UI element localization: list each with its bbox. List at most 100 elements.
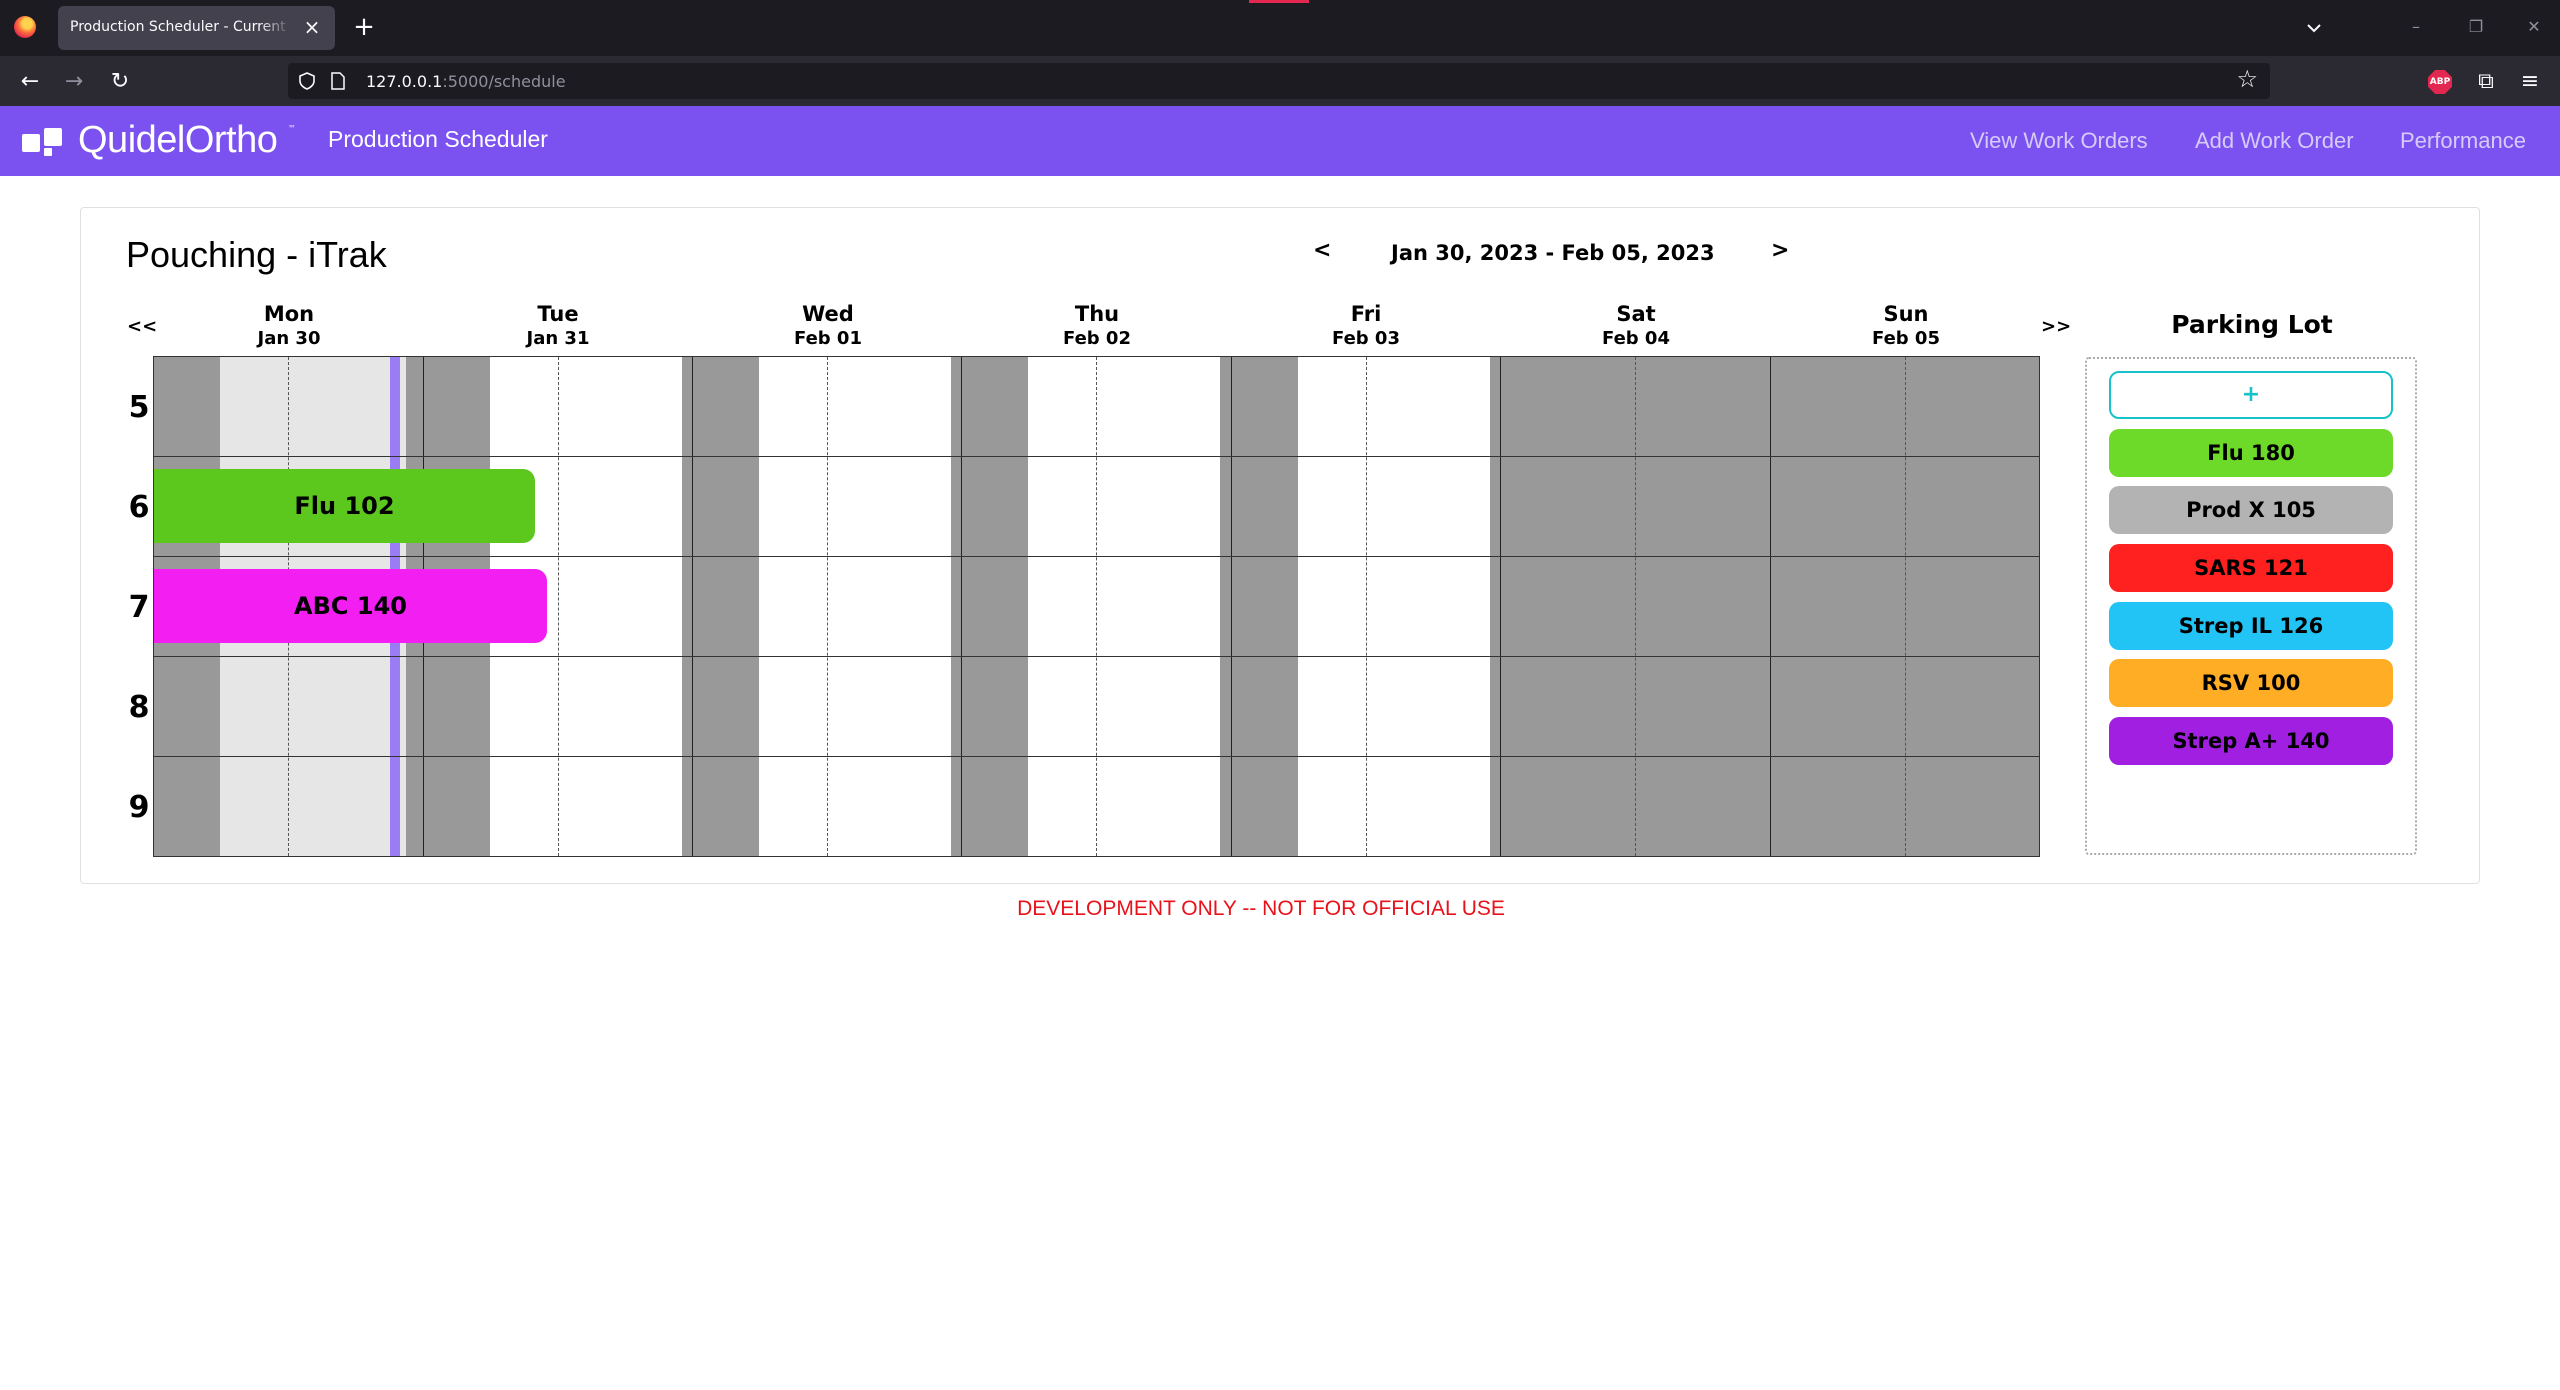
adblock-plus-icon[interactable]: ABP — [2428, 70, 2452, 94]
extensions-icon[interactable]: ⧉ — [2470, 66, 2502, 98]
day-column-fri[interactable] — [1232, 357, 1502, 856]
row-label-8: 8 — [128, 690, 150, 725]
day-date: Feb 03 — [1332, 328, 1400, 349]
page-icon — [330, 72, 346, 90]
day-header-thu: Thu Feb 02 — [962, 301, 1232, 351]
parking-lot-item[interactable]: Prod X 105 — [2109, 486, 2393, 534]
bookmark-star-icon[interactable]: ☆ — [2236, 65, 2258, 93]
day-header-fri: Fri Feb 03 — [1231, 301, 1501, 351]
day-divider — [961, 357, 962, 856]
day-header-sun: Sun Feb 05 — [1771, 301, 2041, 351]
shift-divider — [1635, 357, 1636, 856]
reload-icon[interactable]: ↻ — [104, 66, 136, 98]
day-header-tue: Tue Jan 31 — [423, 301, 693, 351]
day-header-wed: Wed Feb 01 — [693, 301, 963, 351]
day-divider — [1231, 357, 1232, 856]
url-path: :5000/schedule — [442, 72, 566, 91]
row-divider — [154, 656, 2039, 657]
next-week-button[interactable]: > — [1771, 238, 1789, 263]
row-divider — [154, 756, 2039, 757]
nav-link-performance[interactable]: Performance — [2400, 128, 2526, 154]
day-divider — [1500, 357, 1501, 856]
add-parking-item-button[interactable]: + — [2109, 371, 2393, 419]
parking-lot-item[interactable]: Flu 180 — [2109, 429, 2393, 477]
day-divider — [1770, 357, 1771, 856]
day-divider — [692, 357, 693, 856]
address-bar[interactable]: 127.0.0.1:5000/schedule ☆ — [288, 63, 2270, 99]
row-label-9: 9 — [128, 790, 150, 825]
day-column-thu[interactable] — [962, 357, 1232, 856]
jump-back-button[interactable]: << — [127, 316, 157, 337]
dev-warning-banner: DEVELOPMENT ONLY -- NOT FOR OFFICIAL USE — [1017, 897, 1505, 920]
parking-lot-item[interactable]: Strep A+ 140 — [2109, 717, 2393, 765]
day-name: Wed — [802, 302, 854, 326]
nav-link-add-work-order[interactable]: Add Work Order — [2195, 128, 2354, 154]
day-column-sun[interactable] — [1771, 357, 2041, 856]
quidelortho-logo-icon — [22, 126, 66, 156]
row-label-7: 7 — [128, 590, 150, 625]
shift-divider — [827, 357, 828, 856]
day-column-sat[interactable] — [1501, 357, 1771, 856]
parking-lot-item[interactable]: Strep IL 126 — [2109, 602, 2393, 650]
schedule-grid[interactable]: Flu 102 ABC 140 — [153, 356, 2040, 857]
close-window-icon[interactable]: ✕ — [2514, 10, 2554, 44]
chevron-down-icon[interactable] — [2300, 14, 2328, 42]
row-label-5: 5 — [128, 390, 150, 425]
tab-close-icon[interactable]: × — [299, 14, 325, 40]
shift-block[interactable] — [1028, 357, 1220, 856]
day-date: Jan 31 — [526, 328, 590, 349]
menu-icon[interactable]: ≡ — [2514, 66, 2546, 98]
row-label-6: 6 — [128, 490, 150, 525]
shield-icon[interactable] — [298, 72, 316, 90]
trademark: ™ — [288, 124, 296, 133]
page-title: Pouching - iTrak — [126, 234, 387, 275]
url-host: 127.0.0.1 — [366, 72, 443, 91]
new-tab-icon[interactable]: + — [348, 12, 380, 44]
row-divider — [154, 456, 2039, 457]
sharing-indicator — [1249, 0, 1309, 3]
day-name: Sun — [1883, 302, 1929, 326]
app-header: QuidelOrtho ™ Production Scheduler View … — [0, 106, 2560, 176]
week-range: Jan 30, 2023 - Feb 05, 2023 — [1391, 241, 1715, 265]
day-column-wed[interactable] — [693, 357, 963, 856]
day-name: Sat — [1616, 302, 1656, 326]
parking-lot-item[interactable]: SARS 121 — [2109, 544, 2393, 592]
minimize-icon[interactable]: – — [2396, 10, 2436, 44]
browser-tab[interactable]: Production Scheduler - Current Schedule … — [58, 6, 335, 50]
url-text[interactable]: 127.0.0.1:5000/schedule — [366, 72, 566, 91]
day-name: Fri — [1350, 302, 1382, 326]
day-date: Feb 04 — [1602, 328, 1670, 349]
day-header-mon: Mon Jan 30 — [154, 301, 424, 351]
brand-name[interactable]: QuidelOrtho — [78, 119, 278, 162]
shift-divider — [1366, 357, 1367, 856]
work-order-block[interactable]: Flu 102 — [154, 469, 535, 543]
back-icon[interactable]: ← — [14, 66, 46, 98]
day-date: Jan 30 — [257, 328, 321, 349]
shift-divider — [558, 357, 559, 856]
restore-icon[interactable]: ❐ — [2456, 10, 2496, 44]
app-title[interactable]: Production Scheduler — [328, 126, 548, 153]
parking-lot-title: Parking Lot — [2171, 310, 2333, 339]
day-name: Thu — [1074, 302, 1120, 326]
day-name: Tue — [537, 302, 579, 326]
forward-icon[interactable]: → — [58, 66, 90, 98]
parking-lot-item[interactable]: RSV 100 — [2109, 659, 2393, 707]
jump-forward-button[interactable]: >> — [2041, 316, 2071, 337]
day-header-sat: Sat Feb 04 — [1501, 301, 1771, 351]
firefox-logo-icon — [14, 16, 36, 38]
day-date: Feb 01 — [794, 328, 862, 349]
shift-divider — [1905, 357, 1906, 856]
browser-nav-bar: ← → ↻ 127.0.0.1:5000/schedule ☆ ABP ⧉ ≡ — [0, 56, 2560, 106]
day-date: Feb 02 — [1063, 328, 1131, 349]
tab-title: Production Scheduler - Current Schedule — [70, 19, 292, 35]
shift-divider — [1096, 357, 1097, 856]
work-order-block[interactable]: ABC 140 — [154, 569, 547, 643]
shift-block[interactable] — [759, 357, 951, 856]
day-date: Feb 05 — [1872, 328, 1940, 349]
shift-block[interactable] — [1298, 357, 1490, 856]
nav-link-view-work-orders[interactable]: View Work Orders — [1970, 128, 2148, 154]
day-name: Mon — [263, 302, 315, 326]
prev-week-button[interactable]: < — [1313, 238, 1331, 263]
parking-lot[interactable]: + Flu 180 Prod X 105 SARS 121 Strep IL 1… — [2085, 357, 2417, 855]
browser-tab-bar: Production Scheduler - Current Schedule … — [0, 0, 2560, 56]
